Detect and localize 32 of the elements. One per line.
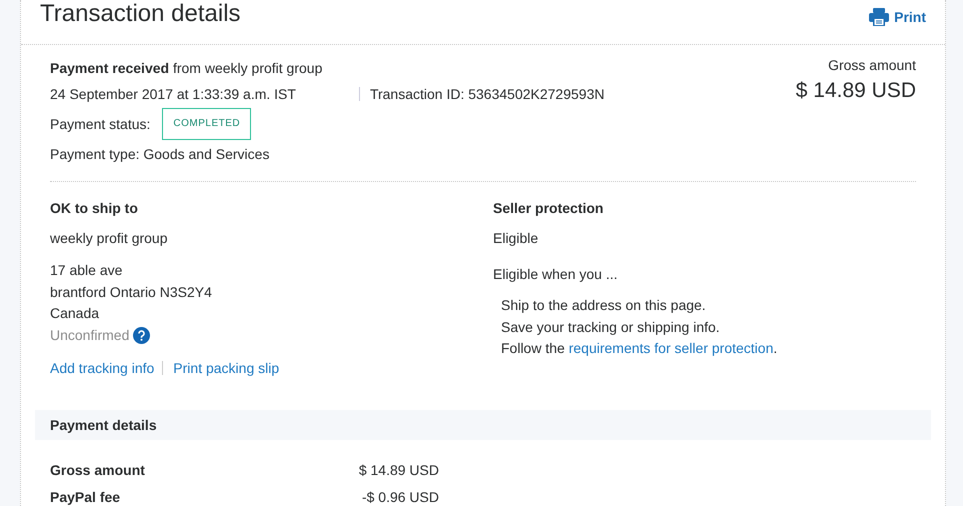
transaction-date: 24 September 2017 at 1:33:39 a.m. IST bbox=[50, 85, 296, 104]
detail-label: Gross amount bbox=[50, 462, 145, 478]
link[interactable]: requirements for seller protection bbox=[568, 340, 774, 356]
transaction-id: Transaction ID: 53634502K2729593N bbox=[358, 87, 604, 101]
address-line: 17 able ave bbox=[50, 261, 124, 280]
print-button[interactable]: Print bbox=[869, 7, 926, 27]
confirmation-status: Unconfirmed bbox=[50, 327, 130, 343]
payment-headline: Payment received from weekly profit group bbox=[50, 59, 322, 78]
section-heading: Payment details bbox=[50, 417, 157, 433]
gross-amount: $ 14.89 USD bbox=[796, 79, 916, 103]
protection-step: Save your tracking or shipping info. bbox=[501, 316, 916, 338]
protection-step: Ship to the address on this page. bbox=[501, 295, 916, 316]
protection-intro: Eligible when you ... bbox=[493, 266, 619, 284]
status-badge: COMPLETED bbox=[162, 108, 252, 140]
payment-type: Payment type: Goods and Services bbox=[50, 145, 270, 164]
detail-value: -$ 0.96 USD bbox=[362, 488, 439, 504]
printer-icon bbox=[869, 7, 890, 27]
address-line: Canada bbox=[50, 304, 100, 323]
address-line: brantford Ontario N3S2Y4 bbox=[50, 282, 213, 302]
link[interactable]: Add tracking info bbox=[50, 360, 154, 376]
status-label: Payment status: bbox=[50, 115, 150, 134]
help-icon[interactable] bbox=[133, 326, 150, 344]
page-title: Transaction details bbox=[40, 0, 241, 28]
protection-status: Eligible bbox=[493, 230, 540, 248]
link[interactable]: Print packing slip bbox=[162, 360, 280, 374]
recipient-name: weekly profit group bbox=[50, 230, 169, 248]
section-heading: Seller protection bbox=[493, 200, 604, 218]
detail-value: $ 14.89 USD bbox=[358, 462, 439, 478]
detail-label: PayPal fee bbox=[50, 488, 120, 504]
gross-amount-label: Gross amount bbox=[827, 57, 916, 73]
section-heading: OK to ship to bbox=[50, 200, 139, 218]
protection-step: Follow the requirements for seller protection. bbox=[501, 338, 916, 360]
